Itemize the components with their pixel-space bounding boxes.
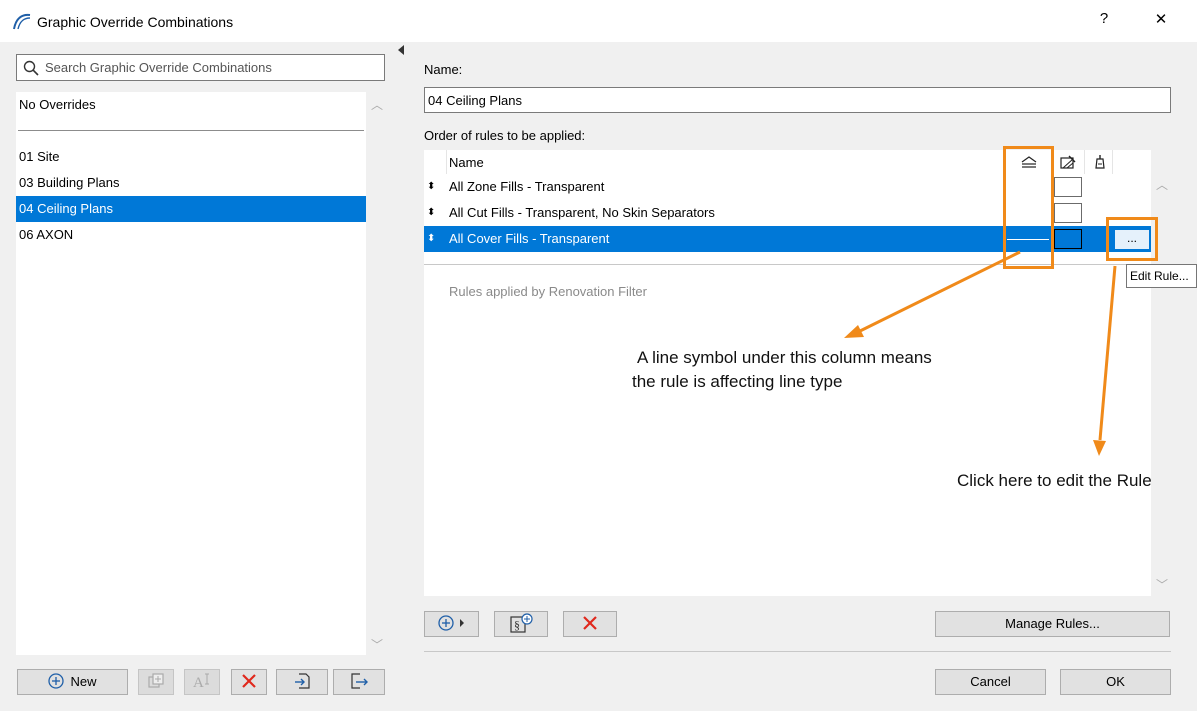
renovation-filter-label: Rules applied by Renovation Filter [449,284,647,299]
list-separator [18,130,364,131]
window-title: Graphic Override Combinations [37,14,234,30]
annotation-line-symbol-2: the rule is affecting line type [632,372,843,391]
duplicate-icon [148,673,164,688]
drag-handle-icon[interactable]: ⬍ [427,226,435,252]
import-button[interactable] [276,669,328,695]
svg-text:A: A [193,675,204,690]
add-rule-button[interactable] [424,611,479,637]
delete-x-icon [583,616,597,630]
column-divider [446,150,447,174]
rule-name: All Cover Fills - Transparent [449,231,610,246]
plus-circle-icon [48,673,65,689]
scroll-up-icon[interactable]: ︿ [371,96,383,113]
rename-icon: A [193,673,209,691]
search-input[interactable] [45,55,380,80]
new-button[interactable]: New [17,669,128,695]
footer-separator [424,651,1171,652]
new-rule-button[interactable]: § [494,611,548,637]
rename-button[interactable]: A [184,669,220,695]
delete-button[interactable] [231,669,267,695]
list-item[interactable]: 03 Building Plans [16,170,366,196]
name-input[interactable]: 04 Ceiling Plans [428,93,522,108]
svg-text:§: § [514,618,520,632]
annotation-edit-rule: Click here to edit the Rule [957,471,1152,490]
annotation-line-symbol-1: A line symbol under this column means [637,348,932,367]
ok-button[interactable]: OK [1060,669,1171,695]
search-icon [23,60,39,76]
search-box [16,54,385,81]
name-label: Name: [424,62,463,77]
rule-name: All Zone Fills - Transparent [449,179,605,194]
plus-circle-icon [437,615,464,631]
rule-name: All Cut Fills - Transparent, No Skin Sep… [449,205,715,220]
new-rule-icon: § [510,613,533,633]
rules-scroll-up-icon[interactable]: ︿ [1156,176,1168,193]
import-icon [295,673,310,689]
line-type-highlight-box [1003,146,1054,269]
column-header-name[interactable]: Name [449,155,484,170]
fill-pattern-column-icon[interactable] [1059,154,1077,170]
manage-rules-button[interactable]: Manage Rules... [935,611,1170,637]
list-item-no-overrides[interactable]: No Overrides [16,92,366,118]
list-item-selected[interactable]: 04 Ceiling Plans [16,196,366,222]
rules-scroll-down-icon[interactable]: ﹀ [1156,576,1168,593]
help-button[interactable]: ? [1089,10,1119,32]
cancel-button[interactable]: Cancel [935,669,1046,695]
scroll-down-icon[interactable]: ﹀ [371,636,383,653]
title-bar: Graphic Override Combinations ? ✕ [0,0,1197,42]
close-button[interactable]: ✕ [1146,10,1176,32]
delete-x-icon [242,674,256,688]
edit-button-highlight-box [1106,217,1158,261]
column-divider [1112,150,1113,174]
rules-label: Order of rules to be applied: [424,128,586,143]
fill-cell[interactable] [1054,203,1082,223]
surface-paint-column-icon[interactable] [1092,154,1108,170]
archicad-app-icon [13,13,31,30]
column-divider [1084,150,1085,174]
export-icon [351,673,368,689]
name-input-box[interactable]: 04 Ceiling Plans [424,87,1171,113]
edit-rule-tooltip: Edit Rule... [1126,264,1197,288]
new-button-label: New [70,674,97,689]
duplicate-button[interactable] [138,669,174,695]
combination-list: No Overrides 01 Site 03 Building Plans 0… [16,92,366,655]
remove-rule-button[interactable] [563,611,617,637]
fill-cell[interactable] [1054,229,1082,249]
drag-handle-icon[interactable]: ⬍ [427,174,435,200]
fill-cell[interactable] [1054,177,1082,197]
export-button[interactable] [333,669,385,695]
drag-handle-icon[interactable]: ⬍ [427,200,435,226]
collapse-arrow-icon[interactable] [397,45,405,55]
list-item[interactable]: 01 Site [16,144,366,170]
list-item[interactable]: 06 AXON [16,222,366,248]
